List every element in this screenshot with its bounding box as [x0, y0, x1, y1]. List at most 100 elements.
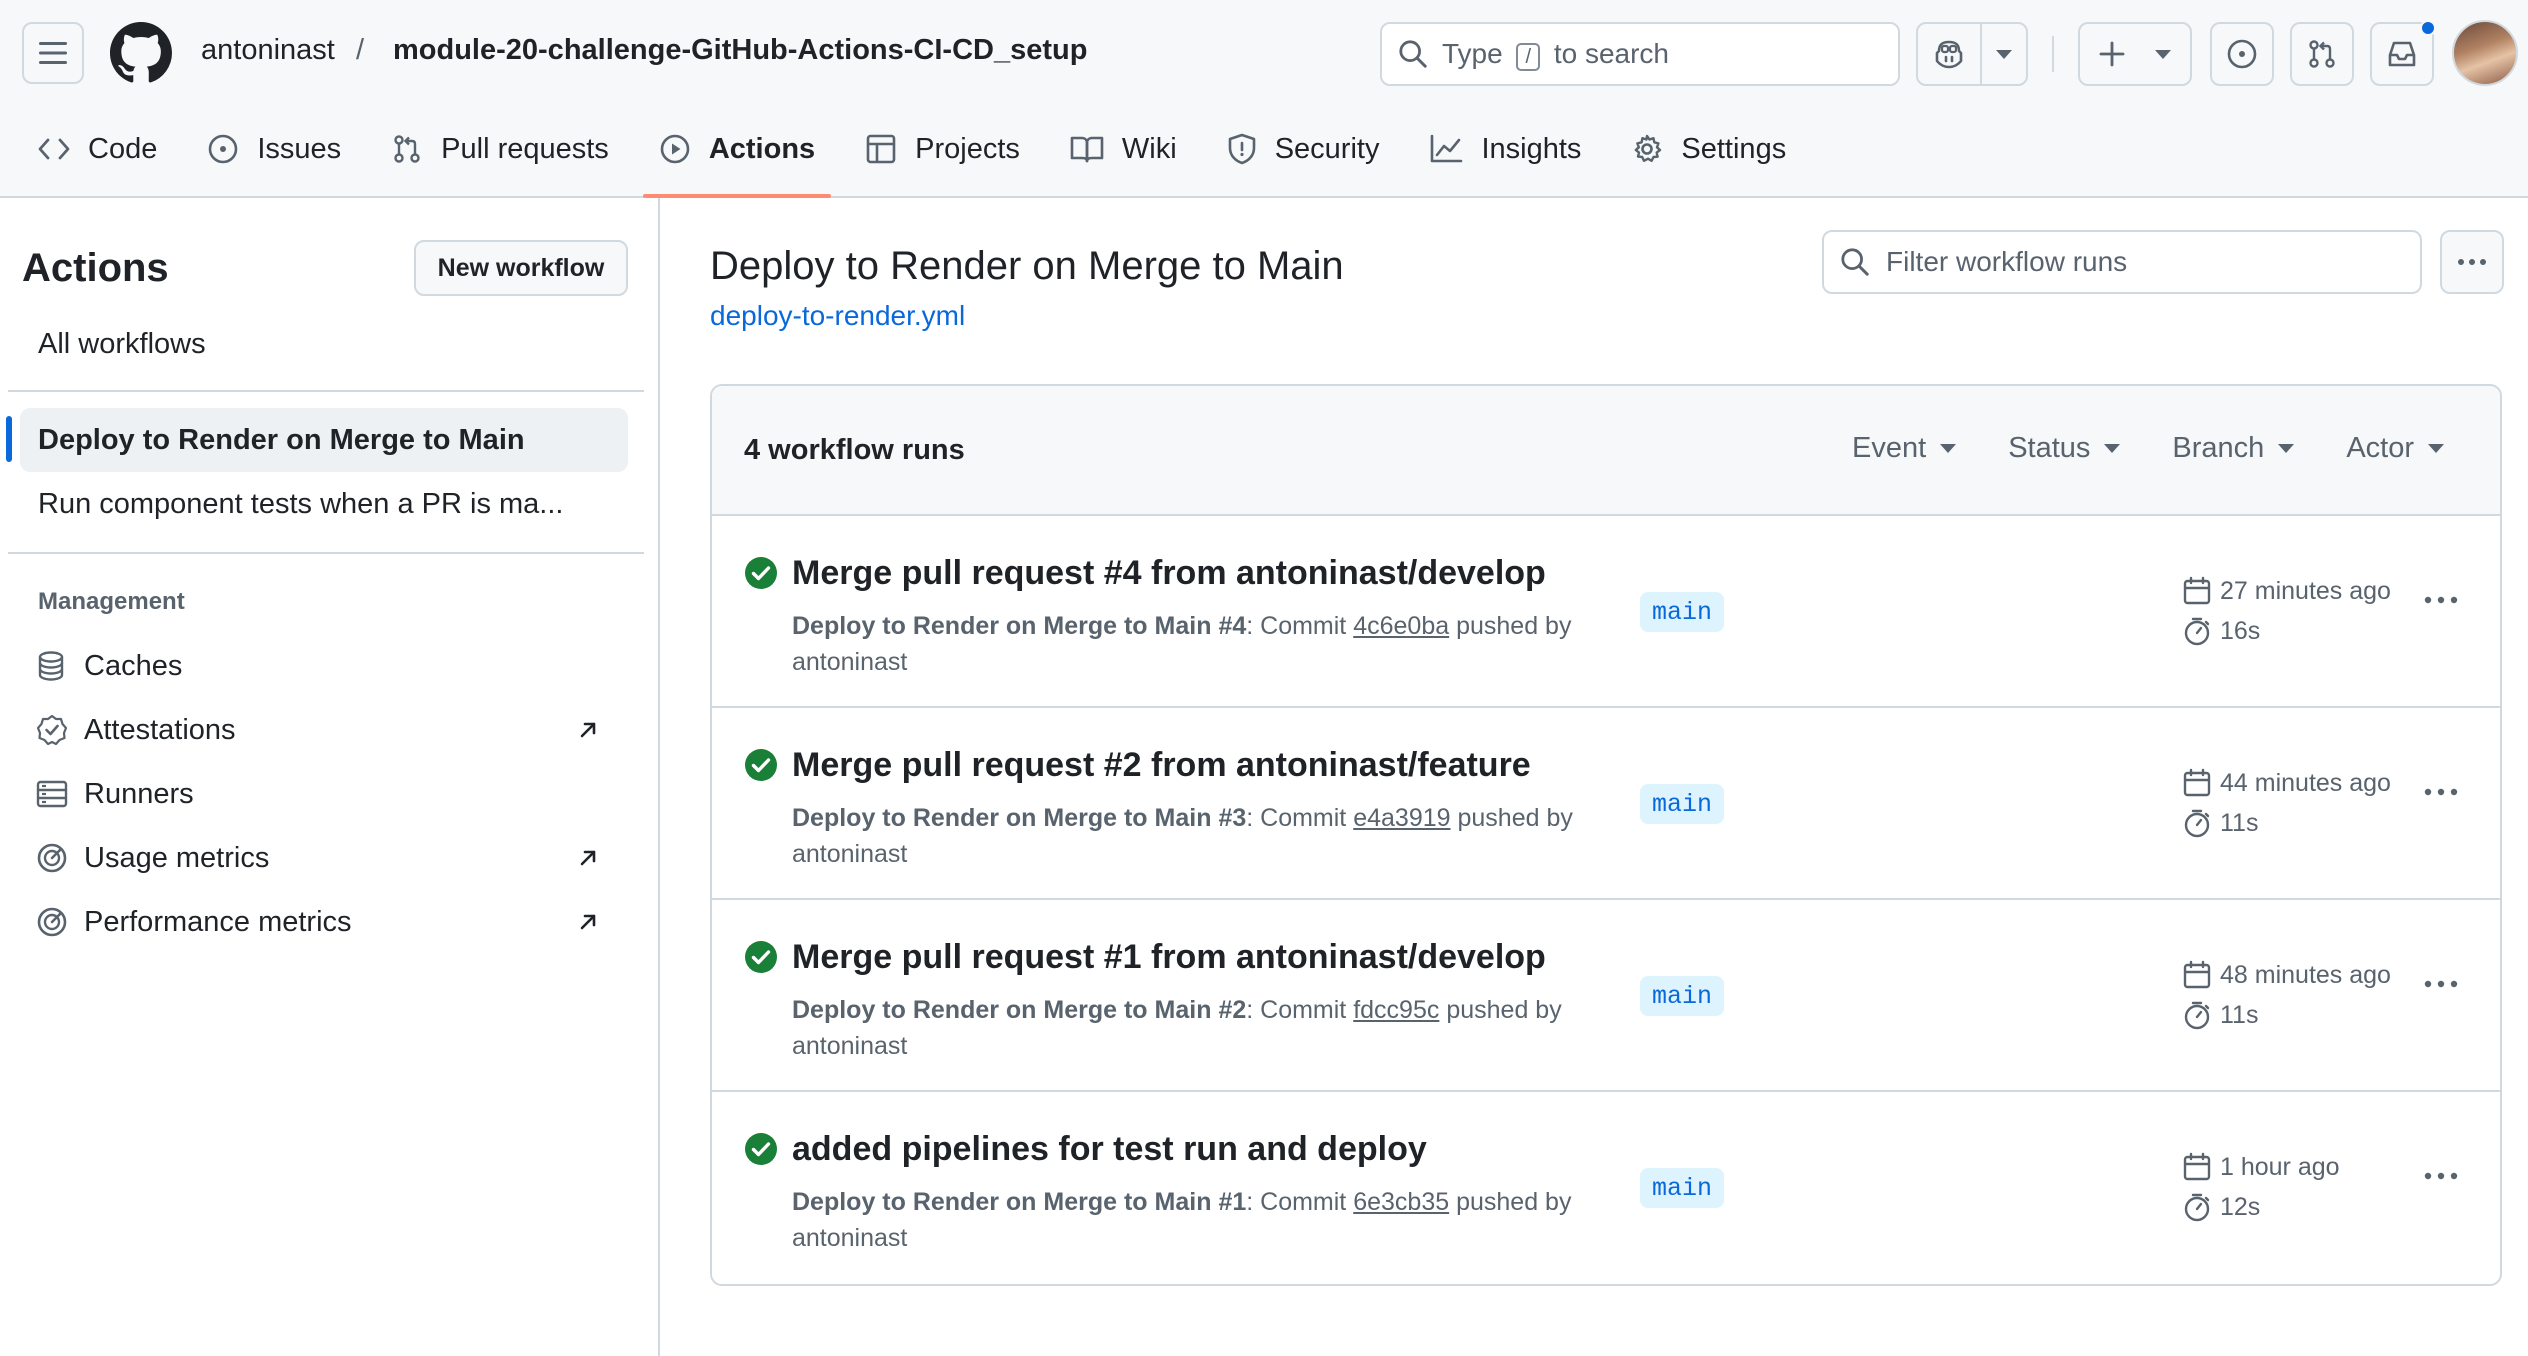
tab-projects-label: Projects	[915, 132, 1020, 165]
runs-filters: Event Status Branch Actor	[1852, 432, 2444, 465]
tab-issues[interactable]: Issues	[191, 120, 357, 178]
commit-sha-link[interactable]: e4a3919	[1353, 804, 1450, 832]
run-actor[interactable]: antoninast	[792, 1032, 907, 1060]
actions-sidebar: Actions New workflow All workflows Deplo…	[0, 198, 660, 1356]
branch-label[interactable]: main	[1640, 1168, 1725, 1208]
sidebar-item-workflow-component-tests[interactable]: Run component tests when a PR is ma...	[20, 472, 628, 536]
shield-icon	[1228, 133, 1255, 165]
breadcrumb-owner[interactable]: antoninast	[201, 34, 335, 67]
pull-requests-button[interactable]	[2290, 22, 2354, 86]
avatar[interactable]	[2452, 20, 2518, 86]
sidebar-item-runners[interactable]: Runners	[20, 764, 628, 824]
breadcrumb-separator: /	[356, 34, 365, 66]
copilot-dropdown-button[interactable]	[1982, 23, 2026, 85]
tab-insights[interactable]: Insights	[1413, 120, 1597, 178]
run-meta: Deploy to Render on Merge to Main #1: Co…	[792, 1184, 1612, 1256]
tab-wiki[interactable]: Wiki	[1054, 120, 1193, 178]
sidebar-item-usage-metrics[interactable]: Usage metrics	[20, 828, 628, 888]
repo-nav: Code Issues Pull requests Actions Projec…	[22, 120, 1820, 198]
run-title-link[interactable]: added pipelines for test run and deploy	[792, 1130, 1427, 1169]
branch-label[interactable]: main	[1640, 592, 1725, 632]
breadcrumb-repo[interactable]: module-20-challenge-GitHub-Actions-CI-CD…	[393, 34, 1087, 67]
sidebar-item-all-workflows[interactable]: All workflows	[20, 312, 628, 376]
tab-actions-label: Actions	[708, 132, 816, 165]
runs-count: 4 workflow runs	[744, 434, 965, 466]
run-time-ago: 44 minutes ago	[2220, 768, 2391, 797]
workflow-options-button[interactable]	[2440, 230, 2504, 294]
filter-workflow-runs-input[interactable]: Filter workflow runs	[1822, 230, 2422, 294]
branch-label[interactable]: main	[1640, 976, 1725, 1016]
tab-code[interactable]: Code	[22, 120, 173, 178]
database-icon	[38, 651, 64, 681]
branch-filter-dropdown[interactable]: Branch	[2172, 432, 2295, 465]
chevron-down-icon	[1940, 444, 1957, 453]
commit-sha-link[interactable]: 6e3cb35	[1353, 1188, 1449, 1216]
create-new-button[interactable]	[2078, 22, 2192, 86]
sidebar-item-performance-metrics[interactable]: Performance metrics	[20, 892, 628, 952]
search-prefix: Type	[1442, 37, 1503, 69]
check-circle-fill-icon	[745, 557, 777, 589]
workflow-file-link[interactable]: deploy-to-render.yml	[710, 300, 965, 332]
commit-sha-link[interactable]: 4c6e0ba	[1353, 612, 1449, 640]
chevron-down-icon	[2428, 444, 2444, 453]
hamburger-menu-button[interactable]	[22, 22, 84, 84]
kebab-horizontal-icon[interactable]	[2424, 980, 2458, 988]
tab-code-label: Code	[88, 132, 158, 165]
global-search-input[interactable]: Type / to search	[1380, 22, 1900, 86]
sidebar-item-label: Attestations	[84, 713, 236, 746]
workflow-run-row[interactable]: Merge pull request #2 from antoninast/fe…	[712, 708, 2500, 900]
branch-label[interactable]: main	[1640, 784, 1725, 824]
kebab-horizontal-icon[interactable]	[2424, 1172, 2458, 1180]
run-duration: 12s	[2182, 1192, 2260, 1222]
page-title: Deploy to Render on Merge to Main	[710, 244, 1344, 288]
tab-settings[interactable]: Settings	[1615, 120, 1802, 178]
workflow-run-row[interactable]: added pipelines for test run and deploy …	[712, 1092, 2500, 1284]
calendar-icon	[2183, 768, 2211, 797]
tab-pull-requests-label: Pull requests	[441, 132, 609, 165]
actor-filter-dropdown[interactable]: Actor	[2346, 432, 2444, 465]
run-timestamp: 27 minutes ago	[2182, 576, 2391, 606]
run-actor[interactable]: antoninast	[792, 648, 907, 676]
play-icon	[660, 134, 690, 164]
sidebar-item-attestations[interactable]: Attestations	[20, 700, 628, 760]
management-heading: Management	[38, 588, 185, 615]
workflow-run-row[interactable]: Merge pull request #1 from antoninast/de…	[712, 900, 2500, 1092]
status-filter-dropdown[interactable]: Status	[2008, 432, 2121, 465]
run-title-link[interactable]: Merge pull request #4 from antoninast/de…	[792, 554, 1546, 593]
run-workflow-name: Deploy to Render on Merge to Main	[792, 996, 1212, 1024]
run-title-link[interactable]: Merge pull request #1 from antoninast/de…	[792, 938, 1546, 977]
calendar-icon	[2183, 576, 2211, 605]
sidebar-item-caches[interactable]: Caches	[20, 636, 628, 696]
tab-actions[interactable]: Actions	[642, 120, 832, 198]
new-workflow-button[interactable]: New workflow	[414, 240, 628, 296]
run-meta: Deploy to Render on Merge to Main #3: Co…	[792, 800, 1612, 872]
run-duration-value: 11s	[2220, 1000, 2259, 1029]
commit-sha-link[interactable]: fdcc95c	[1353, 996, 1439, 1024]
issues-button[interactable]	[2210, 22, 2274, 86]
search-icon	[1399, 40, 1427, 68]
workflow-run-row[interactable]: Merge pull request #4 from antoninast/de…	[712, 516, 2500, 708]
tab-security[interactable]: Security	[1211, 120, 1396, 178]
notification-indicator	[2420, 20, 2436, 36]
run-actor[interactable]: antoninast	[792, 1224, 907, 1252]
run-time-ago: 48 minutes ago	[2220, 960, 2391, 989]
run-title-link[interactable]: Merge pull request #2 from antoninast/fe…	[792, 746, 1531, 785]
run-time-ago: 27 minutes ago	[2220, 576, 2391, 605]
arrow-up-right-icon	[580, 850, 596, 866]
run-number: #2	[1218, 996, 1247, 1024]
stopwatch-icon	[2184, 617, 2210, 646]
event-filter-dropdown[interactable]: Event	[1852, 432, 1957, 465]
run-duration: 16s	[2182, 616, 2260, 646]
kebab-horizontal-icon[interactable]	[2424, 596, 2458, 604]
copilot-button[interactable]	[1918, 23, 1980, 85]
run-timestamp: 48 minutes ago	[2182, 960, 2391, 990]
kebab-horizontal-icon[interactable]	[2424, 788, 2458, 796]
tab-pull-requests[interactable]: Pull requests	[375, 120, 625, 178]
tab-projects[interactable]: Projects	[849, 120, 1036, 178]
run-number: #4	[1218, 612, 1247, 640]
sidebar-item-workflow-deploy[interactable]: Deploy to Render on Merge to Main	[20, 408, 628, 472]
run-actor[interactable]: antoninast	[792, 840, 907, 868]
github-logo[interactable]	[110, 22, 172, 84]
sidebar-item-label: Caches	[84, 649, 183, 682]
chevron-down-icon	[2104, 444, 2121, 453]
